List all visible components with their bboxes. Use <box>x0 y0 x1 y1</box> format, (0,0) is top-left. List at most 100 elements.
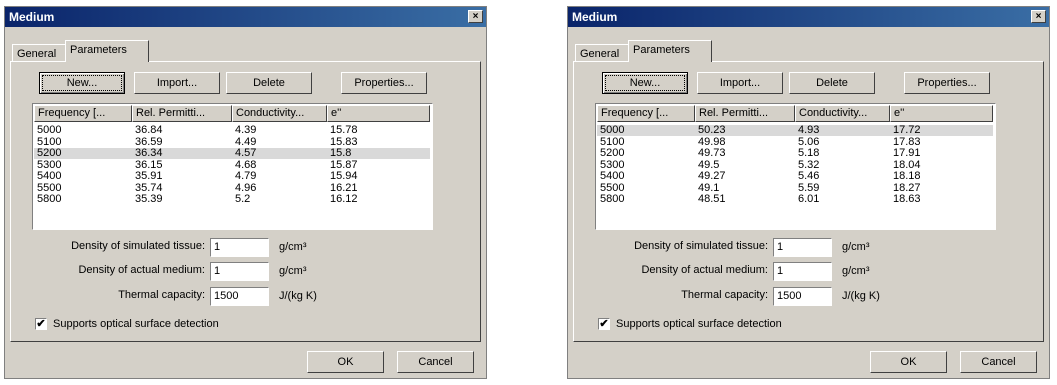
thermal-capacity-field[interactable]: 1500 <box>773 287 832 306</box>
table-cell: 4.57 <box>235 147 257 159</box>
table-cell: 36.15 <box>135 158 163 171</box>
table-row[interactable]: 5800 35.39 5.2 16.12 <box>34 194 430 205</box>
table-row[interactable]: 5100 36.59 4.49 15.83 <box>34 135 430 148</box>
table-cell: 6.01 <box>798 193 820 205</box>
tab-parameters[interactable]: Parameters <box>65 40 149 62</box>
table-cell: 5.06 <box>798 135 820 148</box>
table-cell: 5500 <box>600 181 625 194</box>
table-cell: 48.51 <box>698 193 726 205</box>
density-simulated-label: Density of simulated tissue: <box>71 240 205 252</box>
title-bar[interactable]: Medium × <box>568 7 1049 27</box>
table-cell: 5400 <box>600 170 625 182</box>
density-simulated-label: Density of simulated tissue: <box>634 240 768 252</box>
density-simulated-unit: g/cm³ <box>842 241 870 253</box>
delete-button[interactable]: Delete <box>789 72 875 94</box>
table-cell: 17.91 <box>893 147 921 159</box>
table-cell: 16.21 <box>330 181 358 194</box>
table-cell: 49.98 <box>698 135 726 148</box>
density-simulated-field[interactable]: 1 <box>773 238 832 257</box>
table-cell: 5.32 <box>798 158 820 171</box>
density-actual-field[interactable]: 1 <box>773 262 832 281</box>
table-row[interactable]: 5800 48.51 6.01 18.63 <box>597 194 993 205</box>
column-header-conductivity[interactable]: Conductivity... <box>795 105 890 122</box>
optical-surface-checkbox[interactable]: ✔ <box>35 318 47 330</box>
delete-button[interactable]: Delete <box>226 72 312 94</box>
table-cell: 5300 <box>37 158 62 171</box>
table-cell: 36.84 <box>135 124 163 136</box>
table-row[interactable]: 5300 36.15 4.68 15.87 <box>34 158 430 171</box>
import-button[interactable]: Import... <box>697 72 783 94</box>
table-cell: 5500 <box>37 181 62 194</box>
close-icon[interactable]: × <box>468 10 483 23</box>
table-row[interactable]: 5000 36.84 4.39 15.78 <box>34 125 430 136</box>
table-row[interactable]: 5200 36.34 4.57 15.8 <box>34 148 430 159</box>
ok-button[interactable]: OK <box>870 351 947 373</box>
table-cell: 50.23 <box>698 124 726 136</box>
density-actual-field[interactable]: 1 <box>210 262 269 281</box>
table-cell: 15.94 <box>330 170 358 182</box>
table-cell: 36.34 <box>135 147 163 159</box>
thermal-capacity-label: Thermal capacity: <box>118 289 205 301</box>
table-row[interactable]: 5500 35.74 4.96 16.21 <box>34 181 430 194</box>
optical-surface-checkbox[interactable]: ✔ <box>598 318 610 330</box>
table-cell: 35.74 <box>135 181 163 194</box>
tab-general[interactable]: General <box>12 44 66 61</box>
new-button[interactable]: New... <box>602 72 688 94</box>
table-row[interactable]: 5300 49.5 5.32 18.04 <box>597 158 993 171</box>
table-cell: 4.39 <box>235 124 257 136</box>
tab-general[interactable]: General <box>575 44 629 61</box>
thermal-capacity-field[interactable]: 1500 <box>210 287 269 306</box>
table-cell: 18.18 <box>893 170 921 182</box>
table-row[interactable]: 5100 49.98 5.06 17.83 <box>597 135 993 148</box>
density-actual-label: Density of actual medium: <box>641 264 768 276</box>
thermal-capacity-label: Thermal capacity: <box>681 289 768 301</box>
column-header-e-double-prime[interactable]: e'' <box>327 105 430 122</box>
ok-button[interactable]: OK <box>307 351 384 373</box>
cancel-button[interactable]: Cancel <box>397 351 474 373</box>
optical-surface-label: Supports optical surface detection <box>53 318 219 330</box>
table-row[interactable]: 5000 50.23 4.93 17.72 <box>597 125 993 136</box>
thermal-capacity-unit: J/(kg K) <box>842 290 880 302</box>
table-row[interactable]: 5500 49.1 5.59 18.27 <box>597 181 993 194</box>
table-cell: 5.46 <box>798 170 820 182</box>
table-row[interactable]: 5200 49.73 5.18 17.91 <box>597 148 993 159</box>
column-header-permittivity[interactable]: Rel. Permitti... <box>695 105 795 122</box>
table-cell: 18.04 <box>893 158 921 171</box>
thermal-capacity-unit: J/(kg K) <box>279 290 317 302</box>
properties-button[interactable]: Properties... <box>904 72 990 94</box>
window-title: Medium <box>9 10 55 24</box>
table-cell: 5300 <box>600 158 625 171</box>
table-cell: 5200 <box>37 147 62 159</box>
column-header-permittivity[interactable]: Rel. Permitti... <box>132 105 232 122</box>
table-cell: 35.91 <box>135 170 163 182</box>
cancel-button[interactable]: Cancel <box>960 351 1037 373</box>
tab-parameters[interactable]: Parameters <box>628 40 712 62</box>
column-header-conductivity[interactable]: Conductivity... <box>232 105 327 122</box>
window-title: Medium <box>572 10 618 24</box>
table-cell: 49.5 <box>698 158 720 171</box>
table-row[interactable]: 5400 49.27 5.46 18.18 <box>597 171 993 182</box>
frequency-table[interactable]: Frequency [... Rel. Permitti... Conducti… <box>595 103 996 230</box>
column-header-e-double-prime[interactable]: e'' <box>890 105 993 122</box>
column-header-frequency[interactable]: Frequency [... <box>597 105 695 122</box>
table-cell: 5100 <box>37 135 62 148</box>
title-bar[interactable]: Medium × <box>5 7 486 27</box>
table-cell: 49.1 <box>698 181 720 194</box>
properties-button[interactable]: Properties... <box>341 72 427 94</box>
import-button[interactable]: Import... <box>134 72 220 94</box>
close-icon[interactable]: × <box>1031 10 1046 23</box>
table-cell: 17.83 <box>893 135 921 148</box>
density-simulated-unit: g/cm³ <box>279 241 307 253</box>
table-cell: 4.93 <box>798 124 820 136</box>
new-button[interactable]: New... <box>39 72 125 94</box>
column-header-frequency[interactable]: Frequency [... <box>34 105 132 122</box>
density-actual-unit: g/cm³ <box>279 265 307 277</box>
table-cell: 4.79 <box>235 170 257 182</box>
frequency-table[interactable]: Frequency [... Rel. Permitti... Conducti… <box>32 103 433 230</box>
table-cell: 18.63 <box>893 193 921 205</box>
table-row[interactable]: 5400 35.91 4.79 15.94 <box>34 171 430 182</box>
table-cell: 5800 <box>37 193 62 205</box>
table-cell: 5200 <box>600 147 625 159</box>
density-simulated-field[interactable]: 1 <box>210 238 269 257</box>
table-cell: 5800 <box>600 193 625 205</box>
